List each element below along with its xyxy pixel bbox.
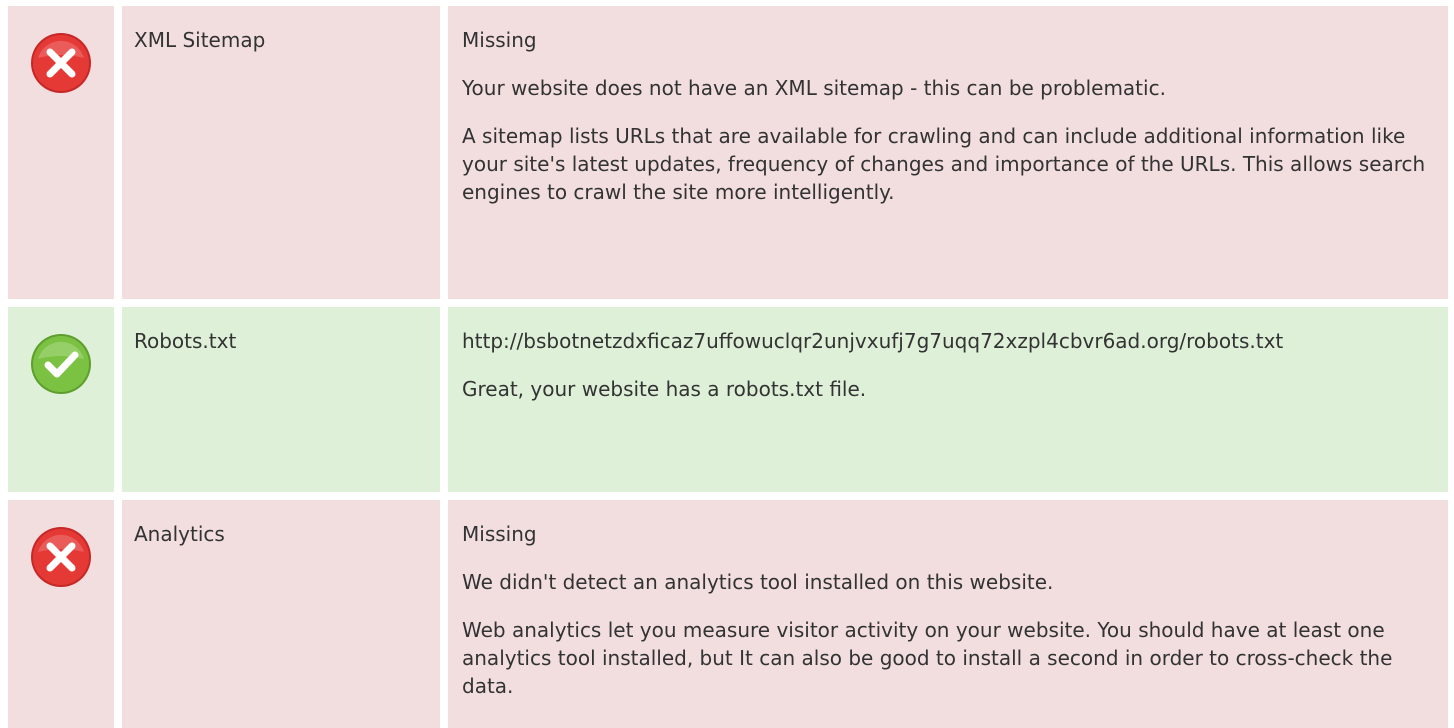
check-explanation: Web analytics let you measure visitor ac… [462,618,1393,698]
check-row-analytics: Analytics Missing We didn't detect an an… [0,500,1454,728]
status-icon-cell [8,6,114,299]
check-label-cell: Robots.txt [122,307,440,492]
check-label: Analytics [134,522,225,546]
check-row-robots-txt: Robots.txt http://bsbotnetzdxficaz7uffow… [0,307,1454,492]
error-x-icon [31,33,91,93]
check-explanation: A sitemap lists URLs that are available … [462,124,1426,204]
status-icon-cell [8,500,114,728]
check-label-cell: XML Sitemap [122,6,440,299]
check-description: Great, your website has a robots.txt fil… [462,377,867,401]
check-label: Robots.txt [134,329,237,353]
check-result-cell: http://bsbotnetzdxficaz7uffowuclqr2unjvx… [448,307,1448,492]
check-row-xml-sitemap: XML Sitemap Missing Your website does no… [0,6,1454,299]
check-description: We didn't detect an analytics tool insta… [462,570,1054,594]
check-value: Missing [462,28,537,52]
success-check-icon [31,334,91,394]
robots-txt-url: http://bsbotnetzdxficaz7uffowuclqr2unjvx… [462,329,1284,353]
seo-check-table: XML Sitemap Missing Your website does no… [0,0,1454,728]
check-value: Missing [462,522,537,546]
check-result-cell: Missing We didn't detect an analytics to… [448,500,1448,728]
status-icon-cell [8,307,114,492]
error-x-icon [31,527,91,587]
check-label-cell: Analytics [122,500,440,728]
check-result-cell: Missing Your website does not have an XM… [448,6,1448,299]
check-label: XML Sitemap [134,28,266,52]
check-description: Your website does not have an XML sitema… [462,76,1166,100]
